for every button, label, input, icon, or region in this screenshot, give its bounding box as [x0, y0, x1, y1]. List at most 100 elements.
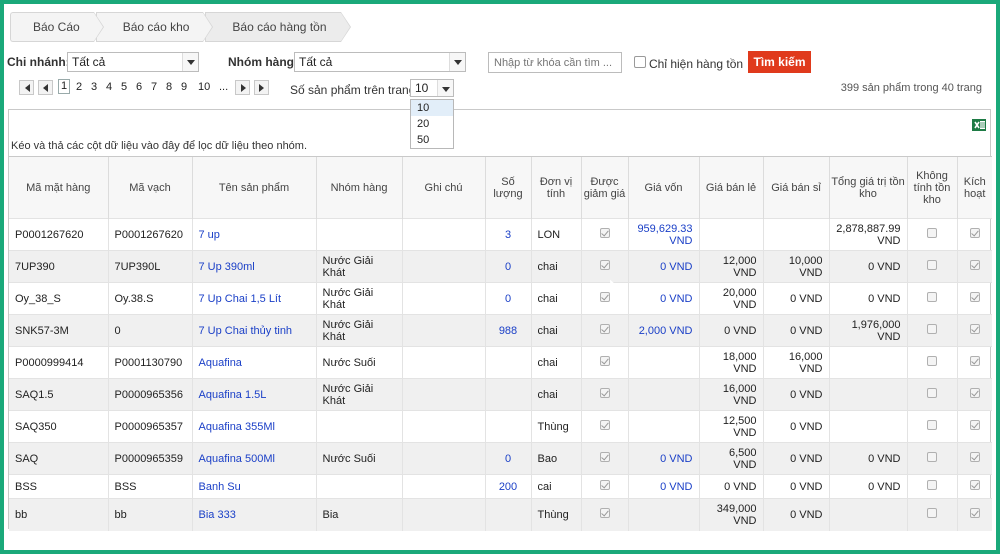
qty-cell[interactable]: 0 — [484, 282, 531, 315]
no-stock-checkbox[interactable] — [927, 260, 937, 270]
last-page-button[interactable] — [254, 80, 269, 95]
page-link[interactable]: 2 — [76, 81, 82, 93]
column-header[interactable]: Ghi chú — [401, 156, 485, 219]
active-checkbox[interactable] — [969, 228, 980, 238]
page-size-option[interactable]: 10 — [411, 100, 453, 116]
breadcrumb-item-stock-reports[interactable]: Báo cáo kho — [95, 12, 214, 42]
name-cell[interactable]: Bia 333 — [191, 498, 316, 531]
page-link[interactable]: 10 — [198, 81, 210, 93]
page-size-option[interactable]: 50 — [411, 132, 453, 148]
only-stock-checkbox[interactable] — [634, 56, 646, 68]
no-stock-checkbox[interactable] — [927, 356, 937, 366]
name-cell[interactable]: 7 up — [191, 218, 316, 251]
no-stock-checkbox[interactable] — [927, 480, 937, 490]
cost-cell[interactable] — [627, 378, 699, 411]
column-header[interactable]: Giá bán sỉ — [762, 156, 829, 219]
active-checkbox[interactable] — [969, 260, 980, 270]
column-header[interactable]: Tên sản phẩm — [191, 156, 316, 219]
column-header[interactable]: Không tính tồn kho — [906, 156, 957, 219]
active-checkbox[interactable] — [969, 420, 980, 430]
name-cell[interactable]: 7 Up 390ml — [191, 250, 316, 283]
table-row[interactable]: SAQ P0000965359 Aquafina 500Ml Nước Suối 0 Ba… — [9, 442, 992, 475]
cost-cell[interactable]: 0 VND — [627, 282, 699, 315]
column-header[interactable]: Giá bán lẻ — [698, 156, 763, 219]
table-row[interactable]: SNK57-3M 0 7 Up Chai thủy tinh Nước Giải Kh… — [9, 314, 992, 347]
qty-cell[interactable] — [484, 410, 531, 443]
column-header[interactable]: Mã vạch — [107, 156, 192, 219]
qty-cell[interactable]: 200 — [484, 474, 531, 499]
no-stock-checkbox[interactable] — [927, 388, 937, 398]
qty-cell[interactable]: 0 — [484, 250, 531, 283]
page-link[interactable]: 6 — [136, 81, 142, 93]
active-checkbox[interactable] — [969, 388, 980, 398]
column-header[interactable]: Được giảm giá — [580, 156, 628, 219]
name-cell[interactable]: Aquafina — [191, 346, 316, 379]
no-stock-checkbox[interactable] — [927, 452, 937, 462]
page-link[interactable]: 3 — [91, 81, 97, 93]
discount-checkbox[interactable] — [599, 228, 610, 238]
excel-export-icon[interactable] — [972, 118, 986, 132]
column-header[interactable]: Tổng giá trị tồn kho — [828, 156, 907, 219]
search-input[interactable] — [488, 52, 622, 73]
breadcrumb-item-inventory-report[interactable]: Báo cáo hàng tồn — [205, 12, 351, 42]
page-link[interactable]: 9 — [181, 81, 187, 93]
discount-checkbox[interactable] — [599, 480, 610, 490]
name-cell[interactable]: 7 Up Chai 1,5 Lít — [191, 282, 316, 315]
table-row[interactable]: SAQ350 P0000965357 Aquafina 355Ml Thùng 12,5… — [9, 410, 992, 443]
column-header[interactable]: Đơn vị tính — [530, 156, 581, 219]
active-checkbox[interactable] — [969, 356, 980, 366]
column-header[interactable]: Nhóm hàng — [315, 156, 402, 219]
table-row[interactable]: 7UP390 7UP390L 7 Up 390ml Nước Giải Khát 0 ch… — [9, 250, 992, 283]
breadcrumb-item-reports[interactable]: Báo Cáo — [10, 12, 104, 42]
page-size-select[interactable]: 10 — [410, 79, 454, 97]
cost-cell[interactable] — [627, 410, 699, 443]
active-checkbox[interactable] — [969, 324, 980, 334]
no-stock-checkbox[interactable] — [927, 292, 937, 302]
discount-checkbox[interactable] — [599, 356, 610, 366]
discount-checkbox[interactable] — [599, 324, 610, 334]
name-cell[interactable]: Banh Su — [191, 474, 316, 499]
group-select[interactable]: Tất cả — [294, 52, 466, 72]
page-link[interactable]: 4 — [106, 81, 112, 93]
qty-cell[interactable]: 3 — [484, 218, 531, 251]
page-size-option[interactable]: 20 — [411, 116, 453, 132]
table-row[interactable]: P0000999414 P0001130790 Aquafina Nước Suối c… — [9, 346, 992, 379]
qty-cell[interactable] — [484, 378, 531, 411]
discount-checkbox[interactable] — [599, 260, 610, 270]
active-checkbox[interactable] — [969, 452, 980, 462]
cost-cell[interactable]: 959,629.33 VND — [627, 218, 699, 251]
discount-checkbox[interactable] — [599, 452, 610, 462]
next-page-button[interactable] — [235, 80, 250, 95]
name-cell[interactable]: Aquafina 355Ml — [191, 410, 316, 443]
no-stock-checkbox[interactable] — [927, 324, 937, 334]
name-cell[interactable]: Aquafina 500Ml — [191, 442, 316, 475]
no-stock-checkbox[interactable] — [927, 508, 937, 519]
branch-select[interactable]: Tất cả — [67, 52, 199, 72]
first-page-button[interactable] — [19, 80, 34, 95]
table-row[interactable]: Oy_38_S Oy.38.S 7 Up Chai 1,5 Lít Nước Giải… — [9, 282, 992, 315]
no-stock-checkbox[interactable] — [927, 228, 937, 238]
qty-cell[interactable]: 0 — [484, 442, 531, 475]
cost-cell[interactable] — [627, 346, 699, 379]
cost-cell[interactable] — [627, 498, 699, 531]
table-row[interactable]: P0001267620 P0001267620 7 up 3 LON 959,629.33… — [9, 218, 992, 251]
cost-cell[interactable]: 0 VND — [627, 474, 699, 499]
column-header[interactable]: Giá vốn — [627, 156, 699, 219]
column-header[interactable]: Mã mặt hàng — [9, 156, 108, 219]
qty-cell[interactable] — [484, 498, 531, 531]
discount-checkbox[interactable] — [599, 388, 610, 398]
qty-cell[interactable] — [484, 346, 531, 379]
name-cell[interactable]: Aquafina 1.5L — [191, 378, 316, 411]
page-link[interactable]: 8 — [166, 81, 172, 93]
page-link[interactable]: 7 — [151, 81, 157, 93]
qty-cell[interactable]: 988 — [484, 314, 531, 347]
table-row[interactable]: bb bb Bia 333 Bia Thùng 349,000 VND 0 VND — [9, 498, 992, 531]
page-ellipsis[interactable]: ... — [219, 81, 228, 93]
table-row[interactable]: SAQ1.5 P0000965356 Aquafina 1.5L Nước Giải … — [9, 378, 992, 411]
active-checkbox[interactable] — [969, 508, 980, 519]
no-stock-checkbox[interactable] — [927, 420, 937, 430]
prev-page-button[interactable] — [38, 80, 53, 95]
cost-cell[interactable]: 0 VND — [627, 442, 699, 475]
page-link-current[interactable]: 1 — [58, 79, 71, 94]
cost-cell[interactable]: 2,000 VND — [627, 314, 699, 347]
